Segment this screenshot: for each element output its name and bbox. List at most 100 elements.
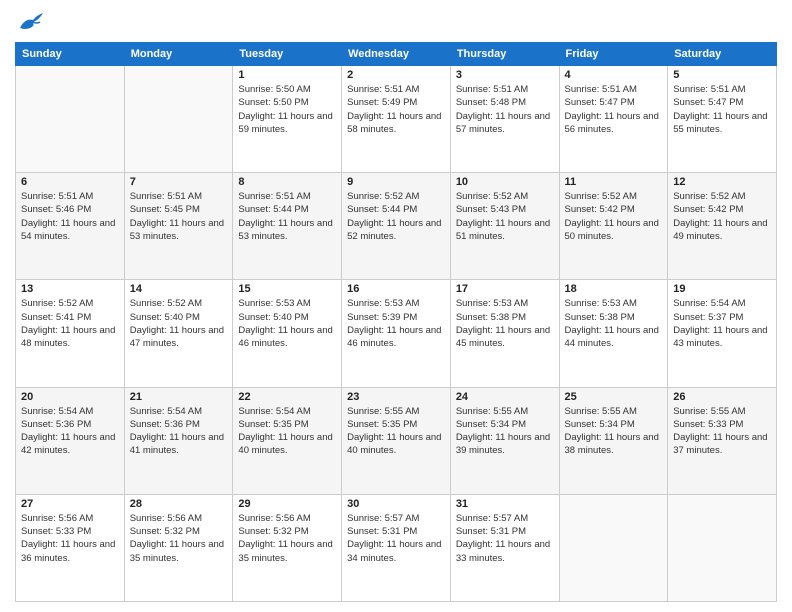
- calendar-cell: [668, 494, 777, 601]
- weekday-header-sunday: Sunday: [16, 43, 125, 66]
- calendar-cell: 6Sunrise: 5:51 AMSunset: 5:46 PMDaylight…: [16, 173, 125, 280]
- daylight-text: Daylight: 11 hours and 51 minutes.: [456, 218, 550, 242]
- calendar-week-5: 27Sunrise: 5:56 AMSunset: 5:33 PMDayligh…: [16, 494, 777, 601]
- calendar-cell: 29Sunrise: 5:56 AMSunset: 5:32 PMDayligh…: [233, 494, 342, 601]
- header: [15, 10, 777, 34]
- calendar-cell: 21Sunrise: 5:54 AMSunset: 5:36 PMDayligh…: [124, 387, 233, 494]
- day-info: Sunrise: 5:51 AMSunset: 5:46 PMDaylight:…: [21, 190, 119, 243]
- sunrise-text: Sunrise: 5:51 AM: [673, 84, 745, 95]
- sunset-text: Sunset: 5:42 PM: [673, 204, 743, 215]
- calendar-cell: [124, 66, 233, 173]
- day-info: Sunrise: 5:56 AMSunset: 5:33 PMDaylight:…: [21, 512, 119, 565]
- daylight-text: Daylight: 11 hours and 36 minutes.: [21, 539, 115, 563]
- sunset-text: Sunset: 5:37 PM: [673, 312, 743, 323]
- sunset-text: Sunset: 5:40 PM: [130, 312, 200, 323]
- day-number: 17: [456, 283, 554, 295]
- daylight-text: Daylight: 11 hours and 42 minutes.: [21, 432, 115, 456]
- sunrise-text: Sunrise: 5:56 AM: [130, 513, 202, 524]
- day-number: 2: [347, 69, 445, 81]
- daylight-text: Daylight: 11 hours and 54 minutes.: [21, 218, 115, 242]
- daylight-text: Daylight: 11 hours and 57 minutes.: [456, 111, 550, 135]
- sunrise-text: Sunrise: 5:53 AM: [565, 298, 637, 309]
- daylight-text: Daylight: 11 hours and 56 minutes.: [565, 111, 659, 135]
- sunset-text: Sunset: 5:45 PM: [130, 204, 200, 215]
- sunset-text: Sunset: 5:34 PM: [565, 419, 635, 430]
- calendar-cell: 9Sunrise: 5:52 AMSunset: 5:44 PMDaylight…: [342, 173, 451, 280]
- day-number: 26: [673, 391, 771, 403]
- sunset-text: Sunset: 5:31 PM: [456, 526, 526, 537]
- daylight-text: Daylight: 11 hours and 45 minutes.: [456, 325, 550, 349]
- calendar-cell: 15Sunrise: 5:53 AMSunset: 5:40 PMDayligh…: [233, 280, 342, 387]
- sunrise-text: Sunrise: 5:57 AM: [347, 513, 419, 524]
- day-info: Sunrise: 5:51 AMSunset: 5:44 PMDaylight:…: [238, 190, 336, 243]
- weekday-header-tuesday: Tuesday: [233, 43, 342, 66]
- daylight-text: Daylight: 11 hours and 52 minutes.: [347, 218, 441, 242]
- calendar-cell: 27Sunrise: 5:56 AMSunset: 5:33 PMDayligh…: [16, 494, 125, 601]
- sunset-text: Sunset: 5:36 PM: [130, 419, 200, 430]
- sunset-text: Sunset: 5:38 PM: [456, 312, 526, 323]
- calendar-cell: 31Sunrise: 5:57 AMSunset: 5:31 PMDayligh…: [450, 494, 559, 601]
- day-info: Sunrise: 5:53 AM Sunset: 5:38 PM Daylight:…: [456, 297, 554, 350]
- sunset-text: Sunset: 5:32 PM: [130, 526, 200, 537]
- day-info: Sunrise: 5:52 AMSunset: 5:43 PMDaylight:…: [456, 190, 554, 243]
- calendar-cell: 11Sunrise: 5:52 AMSunset: 5:42 PMDayligh…: [559, 173, 668, 280]
- calendar-cell: 23 Sunrise: 5:55 AM Sunset: 5:35 PM Dayligh…: [342, 387, 451, 494]
- day-number: 16: [347, 283, 445, 295]
- day-number: 25: [565, 391, 663, 403]
- sunrise-text: Sunrise: 5:52 AM: [21, 298, 93, 309]
- daylight-text: Daylight: 11 hours and 41 minutes.: [130, 432, 224, 456]
- calendar-cell: 26Sunrise: 5:55 AMSunset: 5:33 PMDayligh…: [668, 387, 777, 494]
- day-info: Sunrise: 5:55 AM Sunset: 5:35 PM Daylight:…: [347, 405, 445, 458]
- day-info: Sunrise: 5:52 AMSunset: 5:42 PMDaylight:…: [565, 190, 663, 243]
- weekday-header-saturday: Saturday: [668, 43, 777, 66]
- day-number: 29: [238, 498, 336, 510]
- sunset-text: Sunset: 5:39 PM: [347, 312, 417, 323]
- daylight-text: Daylight: 11 hours and 33 minutes.: [456, 539, 550, 563]
- day-number: 18: [565, 283, 663, 295]
- calendar-cell: [16, 66, 125, 173]
- sunset-text: Sunset: 5:33 PM: [673, 419, 743, 430]
- day-info: Sunrise: 5:56 AM Sunset: 5:32 PM Daylight:…: [130, 512, 228, 565]
- daylight-text: Daylight: 11 hours and 47 minutes.: [130, 325, 224, 349]
- day-number: 4: [565, 69, 663, 81]
- calendar-cell: 13Sunrise: 5:52 AMSunset: 5:41 PMDayligh…: [16, 280, 125, 387]
- sunrise-text: Sunrise: 5:53 AM: [456, 298, 528, 309]
- calendar-cell: 19Sunrise: 5:54 AMSunset: 5:37 PMDayligh…: [668, 280, 777, 387]
- weekday-header-monday: Monday: [124, 43, 233, 66]
- daylight-text: Daylight: 11 hours and 46 minutes.: [347, 325, 441, 349]
- day-info: Sunrise: 5:50 AMSunset: 5:50 PMDaylight:…: [238, 83, 336, 136]
- sunset-text: Sunset: 5:35 PM: [238, 419, 308, 430]
- day-number: 12: [673, 176, 771, 188]
- calendar-table: SundayMondayTuesdayWednesdayThursdayFrid…: [15, 42, 777, 602]
- day-number: 23: [347, 391, 445, 403]
- daylight-text: Daylight: 11 hours and 40 minutes.: [347, 432, 441, 456]
- day-info: Sunrise: 5:57 AMSunset: 5:31 PMDaylight:…: [456, 512, 554, 565]
- calendar-cell: 8Sunrise: 5:51 AMSunset: 5:44 PMDaylight…: [233, 173, 342, 280]
- day-number: 20: [21, 391, 119, 403]
- sunrise-text: Sunrise: 5:55 AM: [347, 406, 419, 417]
- daylight-text: Daylight: 11 hours and 59 minutes.: [238, 111, 332, 135]
- sunset-text: Sunset: 5:35 PM: [347, 419, 417, 430]
- daylight-text: Daylight: 11 hours and 39 minutes.: [456, 432, 550, 456]
- logo: [15, 10, 49, 34]
- day-info: Sunrise: 5:51 AMSunset: 5:47 PMDaylight:…: [673, 83, 771, 136]
- sunset-text: Sunset: 5:41 PM: [21, 312, 91, 323]
- day-info: Sunrise: 5:52 AMSunset: 5:40 PMDaylight:…: [130, 297, 228, 350]
- day-number: 5: [673, 69, 771, 81]
- day-number: 15: [238, 283, 336, 295]
- day-number: 3: [456, 69, 554, 81]
- sunset-text: Sunset: 5:32 PM: [238, 526, 308, 537]
- sunset-text: Sunset: 5:33 PM: [21, 526, 91, 537]
- weekday-header-wednesday: Wednesday: [342, 43, 451, 66]
- sunrise-text: Sunrise: 5:53 AM: [238, 298, 310, 309]
- daylight-text: Daylight: 11 hours and 35 minutes.: [130, 539, 224, 563]
- sunrise-text: Sunrise: 5:50 AM: [238, 84, 310, 95]
- sunset-text: Sunset: 5:36 PM: [21, 419, 91, 430]
- daylight-text: Daylight: 11 hours and 37 minutes.: [673, 432, 767, 456]
- day-number: 10: [456, 176, 554, 188]
- calendar-week-3: 13Sunrise: 5:52 AMSunset: 5:41 PMDayligh…: [16, 280, 777, 387]
- daylight-text: Daylight: 11 hours and 53 minutes.: [130, 218, 224, 242]
- sunset-text: Sunset: 5:40 PM: [238, 312, 308, 323]
- calendar-cell: 7Sunrise: 5:51 AMSunset: 5:45 PMDaylight…: [124, 173, 233, 280]
- calendar-header: SundayMondayTuesdayWednesdayThursdayFrid…: [16, 43, 777, 66]
